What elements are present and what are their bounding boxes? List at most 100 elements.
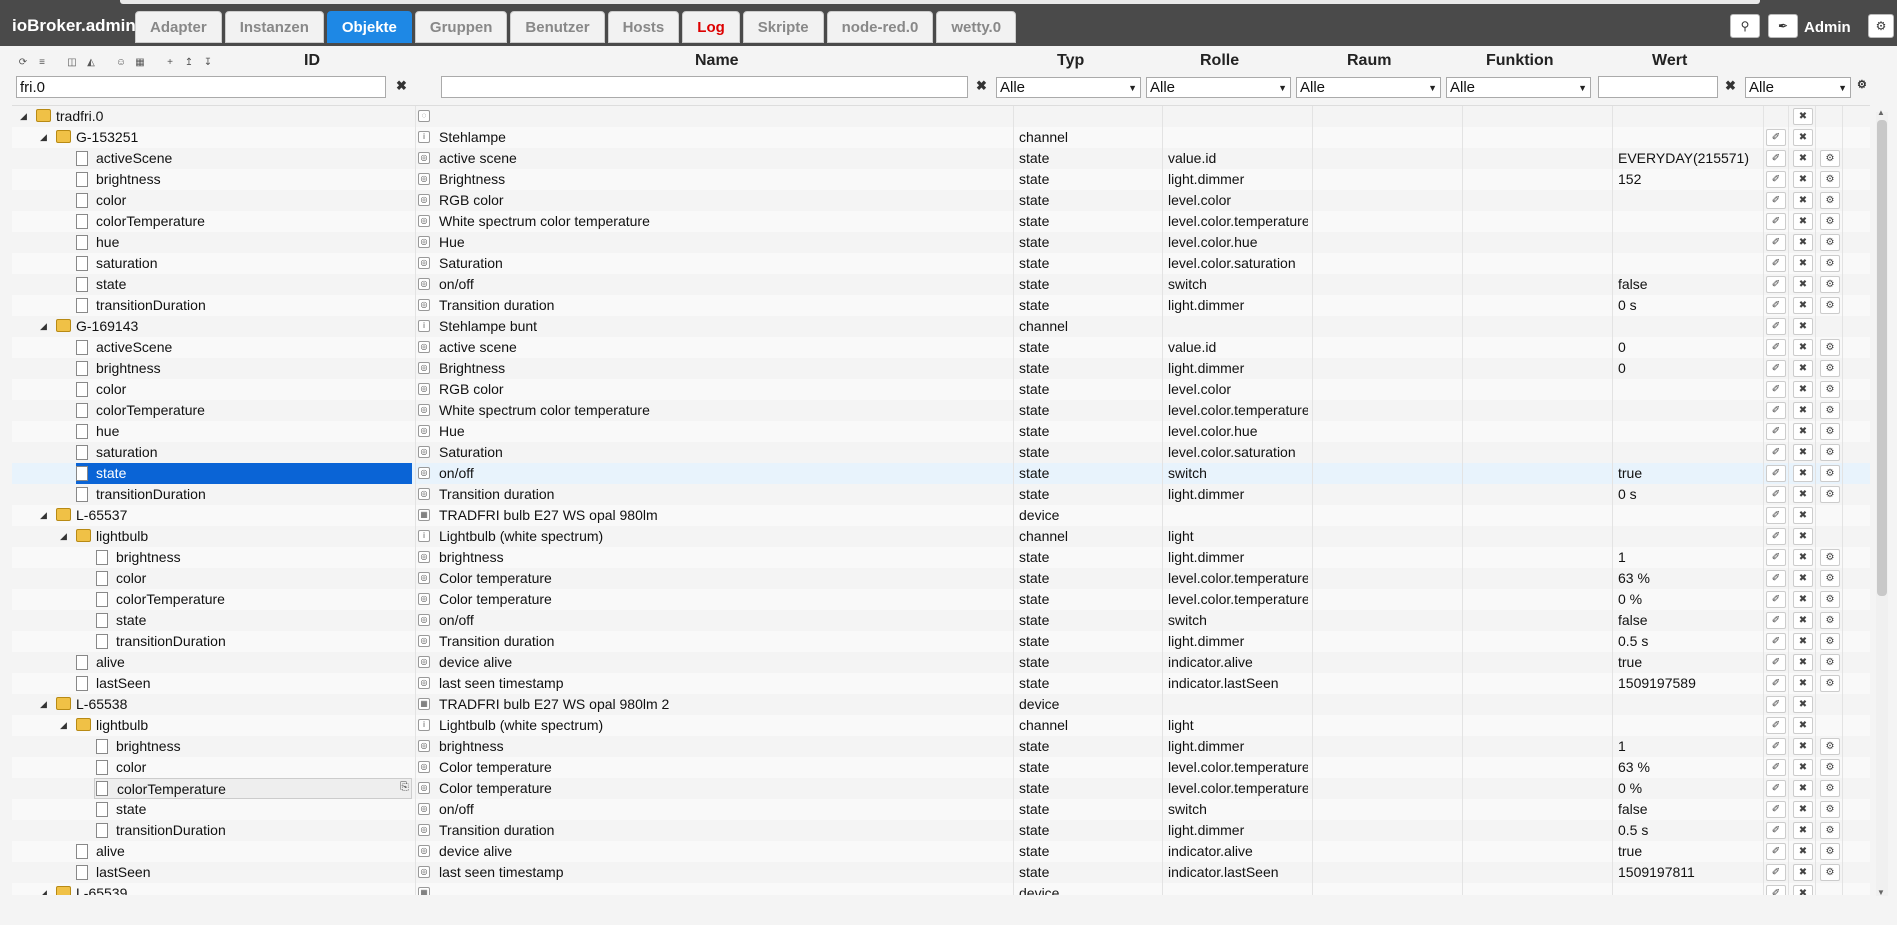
- settings-gear-icon[interactable]: ⚙: [1868, 14, 1894, 38]
- edit-icon[interactable]: ✐: [1766, 486, 1786, 503]
- delete-icon[interactable]: ✖: [1793, 549, 1813, 566]
- id-filter-input[interactable]: [16, 76, 386, 98]
- object-id[interactable]: G-153251: [76, 127, 412, 148]
- edit-icon[interactable]: ✐: [1766, 843, 1786, 860]
- tree-folder-row[interactable]: ◢ lightbulb i Lightbulb (white spectrum) cha…: [12, 526, 1870, 547]
- column-header-rolle[interactable]: Rolle: [1200, 52, 1239, 70]
- delete-icon[interactable]: ✖: [1793, 822, 1813, 839]
- object-id[interactable]: saturation: [96, 442, 412, 463]
- tree-row[interactable]: lastSeen ◎ last seen timestamp state indicat…: [12, 862, 1870, 883]
- edit-icon[interactable]: ✐: [1766, 255, 1786, 272]
- tree-row[interactable]: colorTemperature ◎ White spectrum color te…: [12, 400, 1870, 421]
- edit-icon[interactable]: ✐: [1766, 654, 1786, 671]
- edit-icon[interactable]: ✐: [1766, 885, 1786, 895]
- column-header-id[interactable]: ID: [304, 52, 320, 70]
- delete-icon[interactable]: ✖: [1793, 423, 1813, 440]
- expand-toggle-icon[interactable]: ◢: [40, 316, 50, 337]
- column-header-funktion[interactable]: Funktion: [1486, 52, 1554, 70]
- name-filter-input[interactable]: [441, 76, 968, 98]
- tree-row[interactable]: hue ◎ Hue state level.color.hue ✐ ✖ ⚙: [12, 421, 1870, 442]
- settings-gear-icon[interactable]: ⚙: [1820, 549, 1840, 566]
- expand-toggle-icon[interactable]: ◢: [40, 694, 50, 715]
- upload-icon[interactable]: ↥: [182, 56, 196, 69]
- edit-icon[interactable]: ✐: [1766, 738, 1786, 755]
- tree-row[interactable]: transitionDuration ◎ Transition duration st…: [12, 484, 1870, 505]
- tree-row[interactable]: alive ◎ device alive state indicator.alive tr…: [12, 652, 1870, 673]
- object-id[interactable]: state: [116, 799, 412, 820]
- settings-gear-icon[interactable]: ⚙: [1820, 570, 1840, 587]
- object-id[interactable]: color: [116, 568, 412, 589]
- object-id[interactable]: color: [116, 757, 412, 778]
- object-id[interactable]: brightness: [96, 358, 412, 379]
- delete-icon[interactable]: ✖: [1793, 150, 1813, 167]
- tab-adapter[interactable]: Adapter: [135, 11, 222, 43]
- edit-icon[interactable]: ✐: [1766, 234, 1786, 251]
- tree-row[interactable]: transitionDuration ◎ Transition duration st…: [12, 631, 1870, 652]
- delete-icon[interactable]: ✖: [1793, 402, 1813, 419]
- settings-gear-icon[interactable]: ⚙: [1820, 591, 1840, 608]
- clear-name-filter-icon[interactable]: ✖: [976, 78, 987, 94]
- wert-filter-select[interactable]: Alle ▼: [1745, 77, 1851, 98]
- object-id[interactable]: color: [96, 379, 412, 400]
- tab-benutzer[interactable]: Benutzer: [510, 11, 605, 43]
- search-icon[interactable]: ⚲: [1730, 14, 1760, 38]
- object-id[interactable]: tradfri.0: [56, 106, 412, 127]
- settings-gear-icon[interactable]: ⚙: [1820, 192, 1840, 209]
- object-id[interactable]: colorTemperature: [116, 589, 412, 610]
- delete-icon[interactable]: ✖: [1793, 528, 1813, 545]
- edit-icon[interactable]: ✐: [1766, 633, 1786, 650]
- tree-row[interactable]: state ◎ on/off state switch false ✐ ✖ ⚙: [12, 799, 1870, 820]
- settings-gear-icon[interactable]: ⚙: [1820, 171, 1840, 188]
- tab-node-red-0[interactable]: node-red.0: [826, 11, 934, 43]
- edit-icon[interactable]: ✒: [1768, 14, 1798, 38]
- delete-icon[interactable]: ✖: [1793, 108, 1813, 125]
- clear-wert-filter-icon[interactable]: ✖: [1725, 78, 1736, 94]
- scroll-down-icon[interactable]: ▼: [1877, 888, 1885, 897]
- settings-gear-icon[interactable]: ⚙: [1820, 213, 1840, 230]
- settings-gear-icon[interactable]: ⚙: [1820, 339, 1840, 356]
- settings-gear-icon[interactable]: ⚙: [1820, 423, 1840, 440]
- download-icon[interactable]: ↧: [201, 56, 215, 69]
- delete-icon[interactable]: ✖: [1793, 717, 1813, 734]
- delete-icon[interactable]: ✖: [1793, 696, 1813, 713]
- expand-toggle-icon[interactable]: ◢: [40, 127, 50, 148]
- edit-icon[interactable]: ✐: [1766, 381, 1786, 398]
- expand-toggle-icon[interactable]: ◢: [60, 526, 70, 547]
- edit-icon[interactable]: ✐: [1766, 612, 1786, 629]
- delete-icon[interactable]: ✖: [1793, 675, 1813, 692]
- tree-row[interactable]: color ◎ Color temperature state level.color.…: [12, 568, 1870, 589]
- edit-icon[interactable]: ✐: [1766, 570, 1786, 587]
- delete-icon[interactable]: ✖: [1793, 570, 1813, 587]
- scrollbar-thumb[interactable]: [1877, 120, 1887, 596]
- tab-instanzen[interactable]: Instanzen: [224, 11, 324, 43]
- column-header-wert[interactable]: Wert: [1652, 52, 1687, 70]
- settings-gear-icon[interactable]: ⚙: [1820, 234, 1840, 251]
- delete-icon[interactable]: ✖: [1793, 843, 1813, 860]
- tree-row[interactable]: brightness ◎ brightness state light.dimmer 1 ✐…: [12, 736, 1870, 757]
- object-id[interactable]: state: [116, 610, 412, 631]
- tab-skripte[interactable]: Skripte: [742, 11, 824, 43]
- delete-icon[interactable]: ✖: [1793, 234, 1813, 251]
- tree-folder-row[interactable]: ◢ tradfri.0 ◌ ✖: [12, 106, 1870, 127]
- settings-gear-icon[interactable]: ⚙: [1820, 633, 1840, 650]
- tab-objekte[interactable]: Objekte: [326, 11, 412, 43]
- edit-icon[interactable]: ✐: [1766, 549, 1786, 566]
- tree-folder-row[interactable]: ◢ L-65538 ▦ TRADFRI bulb E27 WS opal 980lm …: [12, 694, 1870, 715]
- settings-gear-icon[interactable]: ⚙: [1820, 360, 1840, 377]
- object-id[interactable]: hue: [96, 421, 412, 442]
- tab-hosts[interactable]: Hosts: [607, 11, 680, 43]
- edit-icon[interactable]: ✐: [1766, 360, 1786, 377]
- delete-icon[interactable]: ✖: [1793, 297, 1813, 314]
- clear-id-filter-icon[interactable]: ✖: [396, 78, 407, 94]
- object-id[interactable]: state: [96, 274, 412, 295]
- tree-row[interactable]: saturation ◎ Saturation state level.color.sa…: [12, 442, 1870, 463]
- tree-row[interactable]: color ◎ RGB color state level.color ✐ ✖ ⚙: [12, 190, 1870, 211]
- settings-gear-icon[interactable]: ⚙: [1820, 654, 1840, 671]
- tree-row[interactable]: colorTemperature ⎘ ◎ Color temperature state…: [12, 778, 1870, 799]
- edit-icon[interactable]: ✐: [1766, 801, 1786, 818]
- edit-icon[interactable]: ✐: [1766, 192, 1786, 209]
- funktion-filter-select[interactable]: Alle ▼: [1446, 77, 1591, 98]
- object-id[interactable]: transitionDuration: [116, 631, 412, 652]
- folder-icon[interactable]: ◫: [65, 56, 79, 69]
- object-id[interactable]: lastSeen: [96, 862, 412, 883]
